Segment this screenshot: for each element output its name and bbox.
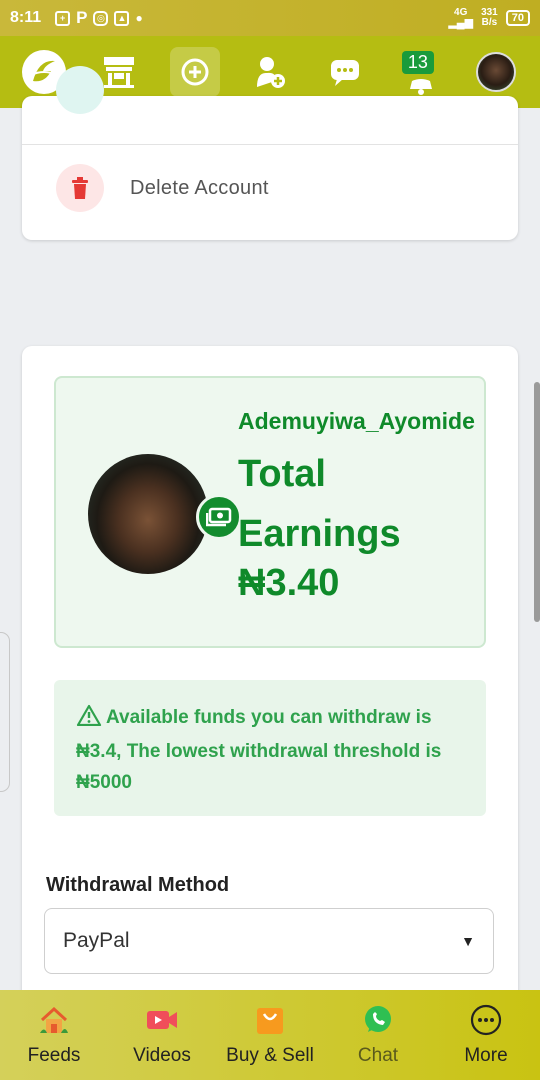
nav-feeds-label: Feeds [27,1045,81,1066]
settings-card: Delete Account [22,66,518,240]
signal-icon: ▂▄▆ [448,17,474,29]
dot-icon: ● [135,11,143,25]
user-avatar [88,454,208,574]
nav-videos-label: Videos [133,1045,191,1066]
notification-badge: 13 [401,51,434,74]
create-post-button[interactable] [169,47,220,97]
add-icon [181,58,209,86]
withdrawal-method-select[interactable]: PayPal ▼ [44,908,494,974]
add-friend-button[interactable] [245,47,295,97]
nav-buy-sell-label: Buy & Sell [226,1045,314,1066]
profile-avatar [476,52,517,92]
nav-feeds[interactable]: Feeds [4,1003,104,1067]
instagram-icon: ◎ [93,10,109,26]
status-right: 4G ▂▄▆ 331 B/s 70 [448,8,530,29]
network-indicator: 4G ▂▄▆ [448,8,474,29]
nav-chat[interactable]: Chat [328,1003,428,1067]
earnings-summary: Ademuyiwa_Ayomide Total Earnings ₦3.40 [54,376,486,648]
video-icon [145,1003,179,1037]
battery-saver-icon: + [55,10,71,26]
profile-button[interactable] [471,47,521,97]
delete-account-button[interactable]: Delete Account [56,164,269,212]
trash-icon [56,164,104,212]
gallery-icon: ▲ [114,10,130,26]
shopping-bag-icon [253,1003,287,1037]
battery-level: 70 [511,12,524,24]
edge-panel-handle[interactable] [0,632,10,792]
withdrawal-method-value: PayPal [63,929,130,952]
warning-icon [76,704,102,736]
network-speed: 331 B/s [481,8,498,28]
money-icon [196,494,242,540]
store-icon [104,57,135,88]
status-bar: 8:11 + P ◎ ▲ ● 4G ▂▄▆ 331 B/s 70 [0,0,540,36]
parking-app-icon: P [76,8,88,27]
withdraw-alert-text: Available funds you can withdraw is ₦3.4… [76,707,442,793]
dropdown-caret-icon: ▼ [461,933,475,949]
status-notification-icons: + P ◎ ▲ ● [55,8,143,28]
add-user-icon [256,57,285,88]
divider [22,144,518,145]
settings-item-icon [56,66,104,114]
battery-icon: 70 [505,10,530,26]
home-icon [37,1003,71,1037]
delete-account-label: Delete Account [130,176,269,199]
more-icon [469,1003,503,1037]
nav-more-label: More [464,1045,508,1066]
nav-more[interactable]: More [436,1003,536,1067]
notifications-button[interactable]: 13 [396,47,446,97]
total-earnings-title: Total Earnings [238,453,401,555]
messages-button[interactable] [320,47,370,97]
username: Ademuyiwa_Ayomide [238,408,475,434]
nav-videos[interactable]: Videos [112,1003,212,1067]
status-time: 8:11 [10,9,42,26]
chat-bubble-icon [331,60,360,86]
scrollbar-thumb[interactable] [534,382,540,622]
whatsapp-icon [361,1003,395,1037]
withdrawal-method-label: Withdrawal Method [46,874,230,896]
withdraw-alert: Available funds you can withdraw is ₦3.4… [54,680,486,816]
nav-chat-label: Chat [357,1045,399,1066]
bottom-navigation: Feeds Videos Buy & Sell Chat More [0,990,540,1080]
bell-icon [409,79,432,95]
network-speed-unit: B/s [481,17,498,28]
nav-buy-sell[interactable]: Buy & Sell [220,1003,320,1067]
earnings-amount: ₦3.40 [238,562,340,604]
earnings-card: Ademuyiwa_Ayomide Total Earnings ₦3.40 A… [22,346,518,1026]
